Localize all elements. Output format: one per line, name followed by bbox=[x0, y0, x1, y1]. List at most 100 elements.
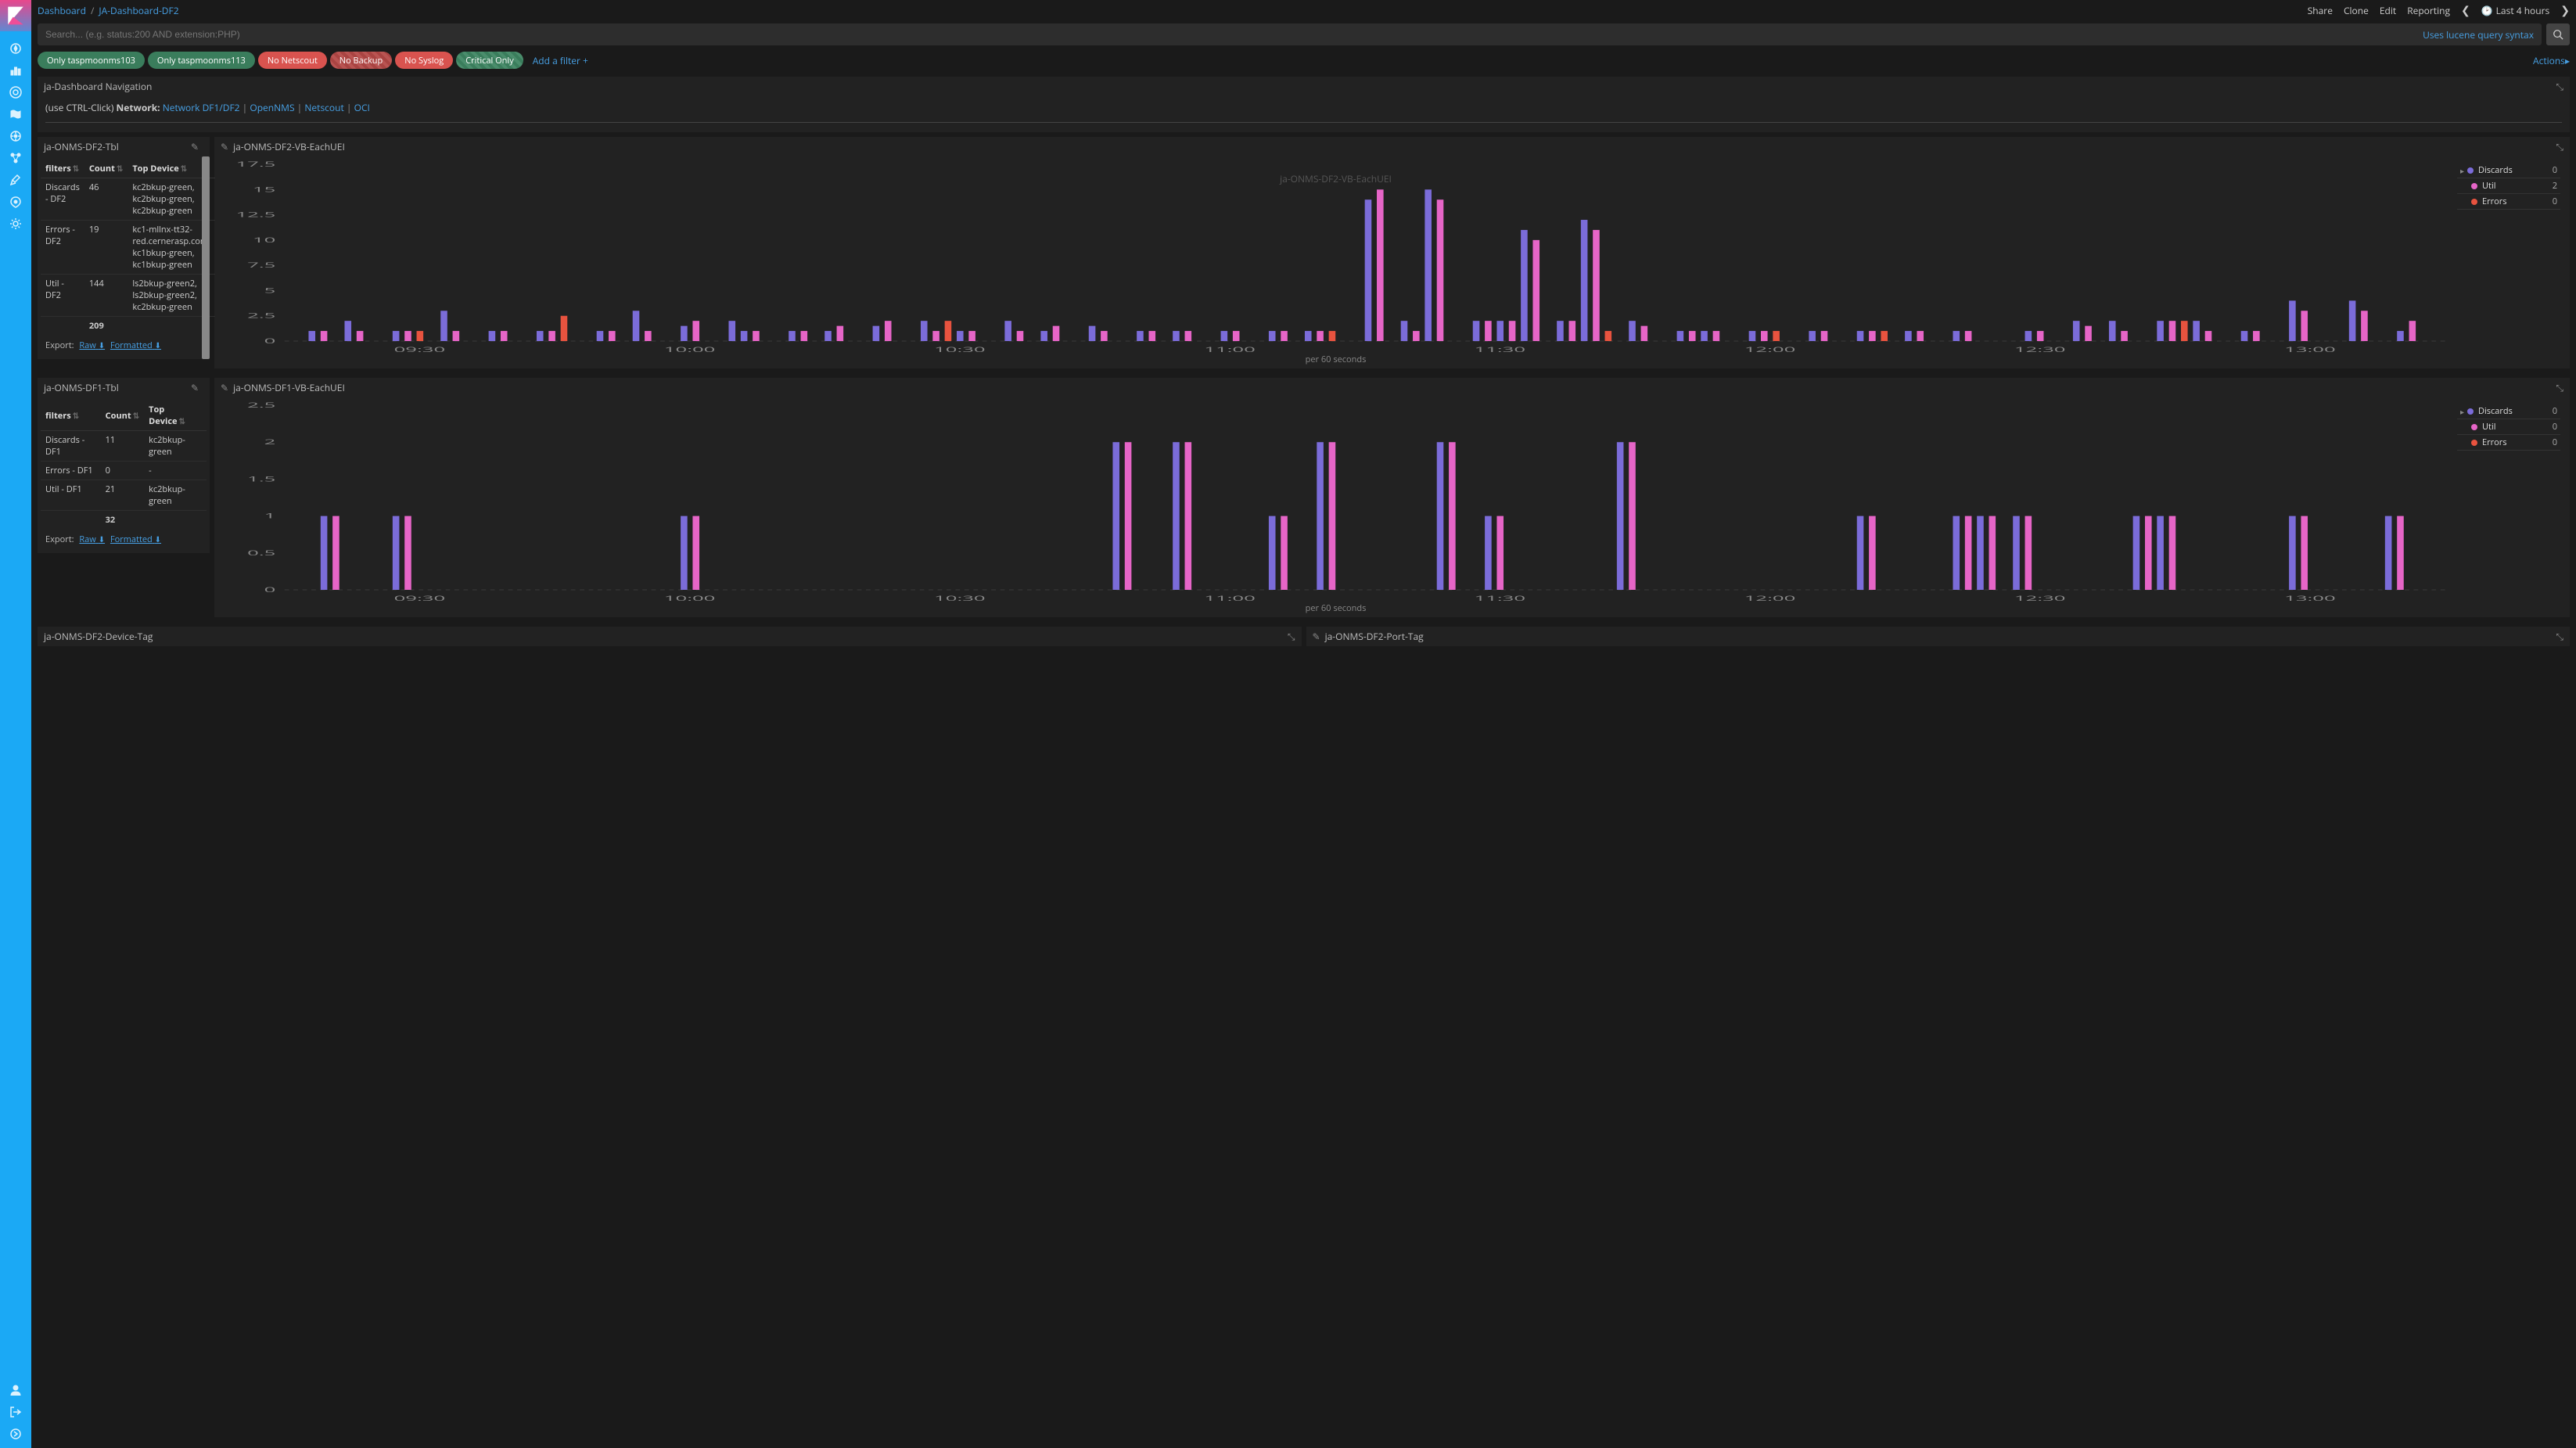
actions-button[interactable]: Actions▸ bbox=[2533, 54, 2570, 67]
collapse-icon[interactable] bbox=[0, 1423, 31, 1445]
time-picker[interactable]: 🕑 Last 4 hours bbox=[2481, 4, 2550, 17]
table-row[interactable]: Discards - DF111kc2bkup-green bbox=[41, 431, 207, 462]
export-raw[interactable]: Raw ⬇ bbox=[79, 534, 105, 545]
svg-text:11:00: 11:00 bbox=[1204, 344, 1256, 354]
lucene-hint[interactable]: Uses lucene query syntax bbox=[2423, 28, 2534, 41]
export-formatted[interactable]: Formatted ⬇ bbox=[110, 534, 161, 545]
legend-item[interactable]: Errors0 bbox=[2457, 435, 2560, 451]
filter-pill[interactable]: Only taspmoonms113 bbox=[148, 52, 255, 69]
tbl-df2-panel: ja-ONMS-DF2-Tbl ✎ filters⇅ Count⇅ Top De… bbox=[38, 137, 210, 359]
chart2-panel: ✎ ja-ONMS-DF1-VB-EachUEI ⤡ 00.511.522.50… bbox=[214, 378, 2570, 617]
share-button[interactable]: Share bbox=[2308, 4, 2333, 17]
svg-text:12:30: 12:30 bbox=[2014, 593, 2066, 603]
time-prev-icon[interactable]: ❮ bbox=[2461, 3, 2470, 18]
pencil-icon[interactable]: ✎ bbox=[191, 140, 199, 153]
table-row[interactable]: Util - DF2144ls2bkup-green2, ls2bkup-gre… bbox=[41, 275, 215, 317]
nav-link[interactable]: Netscout bbox=[304, 101, 343, 114]
filter-pill[interactable]: No Syslog bbox=[395, 52, 453, 69]
expand-icon[interactable]: ⤡ bbox=[1288, 630, 1295, 643]
add-filter-button[interactable]: Add a filter + bbox=[526, 54, 595, 67]
clone-button[interactable]: Clone bbox=[2344, 4, 2369, 17]
svg-text:11:30: 11:30 bbox=[1474, 344, 1525, 354]
pencil-icon[interactable]: ✎ bbox=[221, 140, 228, 153]
time-next-icon[interactable]: ❯ bbox=[2560, 3, 2570, 18]
col-count[interactable]: Count⇅ bbox=[84, 160, 128, 178]
discover-icon[interactable] bbox=[0, 38, 31, 59]
search-input[interactable] bbox=[45, 23, 1787, 45]
export-formatted[interactable]: Formatted ⬇ bbox=[110, 340, 161, 351]
pencil-icon[interactable]: ✎ bbox=[191, 381, 199, 394]
filter-pill[interactable]: Critical Only bbox=[456, 52, 523, 69]
monitoring-icon[interactable] bbox=[0, 191, 31, 213]
svg-text:5: 5 bbox=[264, 286, 276, 296]
chart1-legend: ▸Discards0Util2Errors0 bbox=[2454, 160, 2563, 365]
svg-text:12:00: 12:00 bbox=[1744, 593, 1796, 603]
edit-button[interactable]: Edit bbox=[2380, 4, 2396, 17]
svg-text:11:00: 11:00 bbox=[1204, 593, 1256, 603]
svg-text:0: 0 bbox=[264, 584, 276, 595]
graph-icon[interactable] bbox=[0, 147, 31, 169]
search-button[interactable] bbox=[2546, 23, 2570, 45]
col-device[interactable]: Top Device⇅ bbox=[144, 401, 207, 431]
topbar: Dashboard / JA-Dashboard-DF2 Share Clone… bbox=[31, 0, 2576, 20]
svg-text:0: 0 bbox=[264, 336, 276, 346]
chart-watermark: ja-ONMS-DF2-VB-EachUEI bbox=[1280, 172, 1392, 185]
expand-icon[interactable]: ⤡ bbox=[2556, 630, 2563, 643]
breadcrumb-root[interactable]: Dashboard bbox=[38, 4, 86, 17]
svg-text:10:30: 10:30 bbox=[934, 344, 986, 354]
pencil-icon[interactable]: ✎ bbox=[1313, 630, 1320, 643]
svg-text:09:30: 09:30 bbox=[394, 344, 446, 354]
nav-link[interactable]: Network DF1/DF2 bbox=[163, 101, 240, 114]
search-bar[interactable]: Uses lucene query syntax bbox=[38, 23, 2542, 45]
chart2-legend: ▸Discards0Util0Errors0 bbox=[2454, 401, 2563, 614]
logout-icon[interactable] bbox=[0, 1401, 31, 1423]
table-row[interactable]: Errors - DF10- bbox=[41, 462, 207, 480]
svg-text:2: 2 bbox=[264, 437, 276, 447]
svg-text:12:00: 12:00 bbox=[1744, 344, 1796, 354]
table-row[interactable]: Util - DF121kc2bkup-green bbox=[41, 480, 207, 511]
export-raw[interactable]: Raw ⬇ bbox=[79, 340, 105, 351]
timelion-icon[interactable] bbox=[0, 103, 31, 125]
pencil-icon[interactable]: ✎ bbox=[221, 381, 228, 394]
legend-item[interactable]: ▸Discards0 bbox=[2457, 404, 2560, 419]
expand-icon[interactable]: ⤡ bbox=[2556, 140, 2563, 153]
svg-text:13:00: 13:00 bbox=[2284, 593, 2336, 603]
filter-pill[interactable]: No Netscout bbox=[258, 52, 327, 69]
legend-item[interactable]: Errors0 bbox=[2457, 194, 2560, 210]
svg-text:12.5: 12.5 bbox=[235, 210, 275, 220]
table-row[interactable]: Errors - DF219kc1-mllnx-tt32-red.cernera… bbox=[41, 221, 215, 275]
svg-text:10:30: 10:30 bbox=[934, 593, 986, 603]
filter-pill[interactable]: Only taspmoonms103 bbox=[38, 52, 145, 69]
legend-item[interactable]: ▸Discards0 bbox=[2457, 163, 2560, 178]
expand-icon[interactable]: ⤡ bbox=[2556, 80, 2563, 93]
devtools-icon[interactable] bbox=[0, 169, 31, 191]
legend-item[interactable]: Util0 bbox=[2457, 419, 2560, 435]
chart1[interactable]: 02.557.51012.51517.509:3010:0010:3011:00… bbox=[217, 160, 2454, 355]
nav-link[interactable]: OpenNMS bbox=[250, 101, 294, 114]
apm-icon[interactable] bbox=[0, 125, 31, 147]
download-icon: ⬇ bbox=[155, 340, 161, 350]
kibana-logo[interactable] bbox=[0, 0, 31, 31]
sort-icon: ⇅ bbox=[133, 410, 139, 421]
col-filters[interactable]: filters⇅ bbox=[41, 160, 84, 178]
filter-pill[interactable]: No Backup bbox=[330, 52, 393, 69]
table-row[interactable]: Discards - DF246kc2bkup-green, kc2bkup-g… bbox=[41, 178, 215, 221]
visualize-icon[interactable] bbox=[0, 59, 31, 81]
chart2[interactable]: 00.511.522.509:3010:0010:3011:0011:3012:… bbox=[217, 401, 2454, 604]
expand-icon[interactable]: ⤡ bbox=[2556, 381, 2563, 394]
svg-text:11:30: 11:30 bbox=[1474, 593, 1525, 603]
col-filters[interactable]: filters⇅ bbox=[41, 401, 101, 431]
col-count[interactable]: Count⇅ bbox=[101, 401, 144, 431]
nav-link[interactable]: OCI bbox=[354, 101, 370, 114]
sidenav bbox=[0, 0, 31, 1448]
management-icon[interactable] bbox=[0, 213, 31, 235]
chart1-panel: ✎ ja-ONMS-DF2-VB-EachUEI ⤡ ja-ONMS-DF2-V… bbox=[214, 137, 2570, 368]
reporting-button[interactable]: Reporting bbox=[2407, 4, 2450, 17]
user-icon[interactable] bbox=[0, 1379, 31, 1401]
legend-item[interactable]: Util2 bbox=[2457, 178, 2560, 194]
breadcrumb-current[interactable]: JA-Dashboard-DF2 bbox=[99, 4, 178, 17]
svg-text:17.5: 17.5 bbox=[235, 160, 275, 169]
dashboard-icon[interactable] bbox=[0, 81, 31, 103]
scrollbar[interactable] bbox=[202, 156, 210, 359]
svg-text:2.5: 2.5 bbox=[247, 311, 275, 321]
